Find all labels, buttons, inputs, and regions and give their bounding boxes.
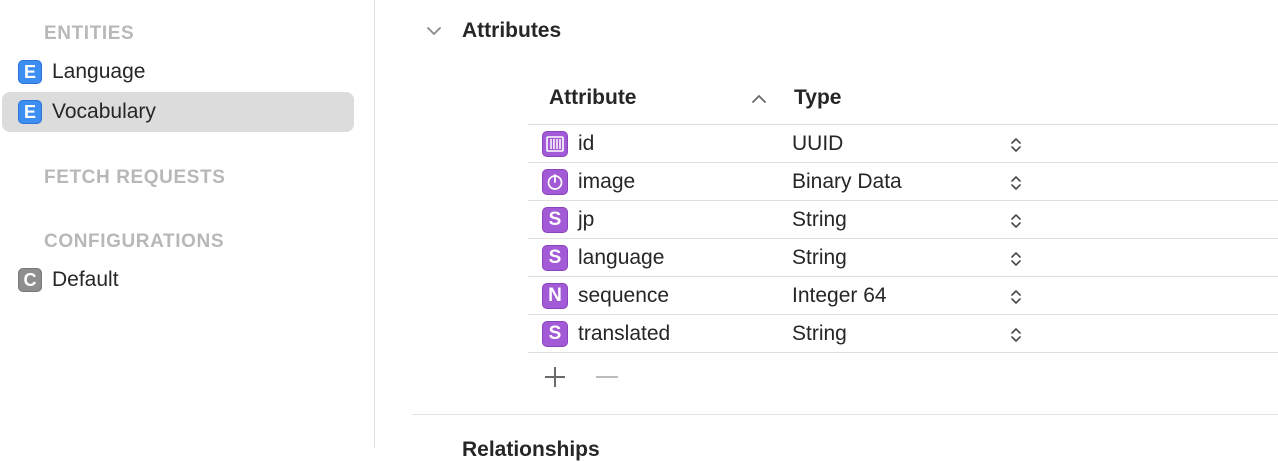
entities-header: ENTITIES bbox=[44, 23, 135, 44]
table-row[interactable]: id UUID bbox=[528, 125, 1278, 163]
attribute-type[interactable]: UUID bbox=[792, 132, 843, 156]
attribute-name[interactable]: translated bbox=[578, 322, 670, 346]
table-row[interactable]: S translated String bbox=[528, 315, 1278, 353]
table-row[interactable]: N sequence Integer 64 bbox=[528, 277, 1278, 315]
sort-ascending-icon[interactable] bbox=[750, 90, 768, 108]
configuration-icon: C bbox=[18, 268, 42, 292]
sidebar: ENTITIES E Language E Vocabulary FETCH R… bbox=[0, 0, 374, 448]
attribute-name[interactable]: image bbox=[578, 170, 635, 194]
table-row[interactable]: S language String bbox=[528, 239, 1278, 277]
chevron-down-icon[interactable] bbox=[425, 22, 443, 40]
remove-attribute-button[interactable] bbox=[595, 365, 619, 389]
binary-data-icon bbox=[542, 169, 568, 195]
configurations-header: CONFIGURATIONS bbox=[44, 231, 225, 252]
table-row[interactable]: image Binary Data bbox=[528, 163, 1278, 201]
column-header-type[interactable]: Type bbox=[794, 86, 841, 110]
sidebar-item-language[interactable]: E Language bbox=[2, 52, 354, 92]
uuid-icon bbox=[542, 131, 568, 157]
relationships-section-title: Relationships bbox=[462, 438, 600, 461]
attribute-name[interactable]: jp bbox=[578, 208, 594, 232]
string-icon: S bbox=[542, 321, 568, 347]
sidebar-item-vocabulary[interactable]: E Vocabulary bbox=[2, 92, 354, 132]
entity-icon: E bbox=[18, 100, 42, 124]
sidebar-item-default[interactable]: C Default bbox=[2, 260, 354, 300]
attribute-type[interactable]: String bbox=[792, 246, 847, 270]
string-icon: S bbox=[542, 245, 568, 271]
type-stepper-icon[interactable] bbox=[1009, 211, 1023, 231]
string-icon: S bbox=[542, 207, 568, 233]
entity-icon: E bbox=[18, 60, 42, 84]
attribute-type[interactable]: Binary Data bbox=[792, 170, 902, 194]
type-stepper-icon[interactable] bbox=[1009, 135, 1023, 155]
add-attribute-button[interactable] bbox=[543, 365, 567, 389]
type-stepper-icon[interactable] bbox=[1009, 173, 1023, 193]
sidebar-item-label: Vocabulary bbox=[52, 100, 156, 123]
attributes-section-title: Attributes bbox=[462, 19, 562, 42]
attribute-type[interactable]: String bbox=[792, 322, 847, 346]
fetch-requests-header: FETCH REQUESTS bbox=[44, 167, 226, 188]
number-icon: N bbox=[542, 283, 568, 309]
type-stepper-icon[interactable] bbox=[1009, 249, 1023, 269]
section-divider bbox=[412, 414, 1278, 415]
type-stepper-icon[interactable] bbox=[1009, 325, 1023, 345]
sidebar-item-label: Default bbox=[52, 268, 119, 291]
attribute-name[interactable]: sequence bbox=[578, 284, 669, 308]
column-header-attribute[interactable]: Attribute bbox=[549, 86, 637, 110]
attribute-type[interactable]: String bbox=[792, 208, 847, 232]
table-row[interactable]: S jp String bbox=[528, 201, 1278, 239]
sidebar-item-label: Language bbox=[52, 60, 146, 83]
attribute-name[interactable]: language bbox=[578, 246, 664, 270]
main-editor: Attributes Attribute Type id UUID image … bbox=[375, 0, 1278, 461]
type-stepper-icon[interactable] bbox=[1009, 287, 1023, 307]
attribute-name[interactable]: id bbox=[578, 132, 594, 156]
attribute-type[interactable]: Integer 64 bbox=[792, 284, 887, 308]
